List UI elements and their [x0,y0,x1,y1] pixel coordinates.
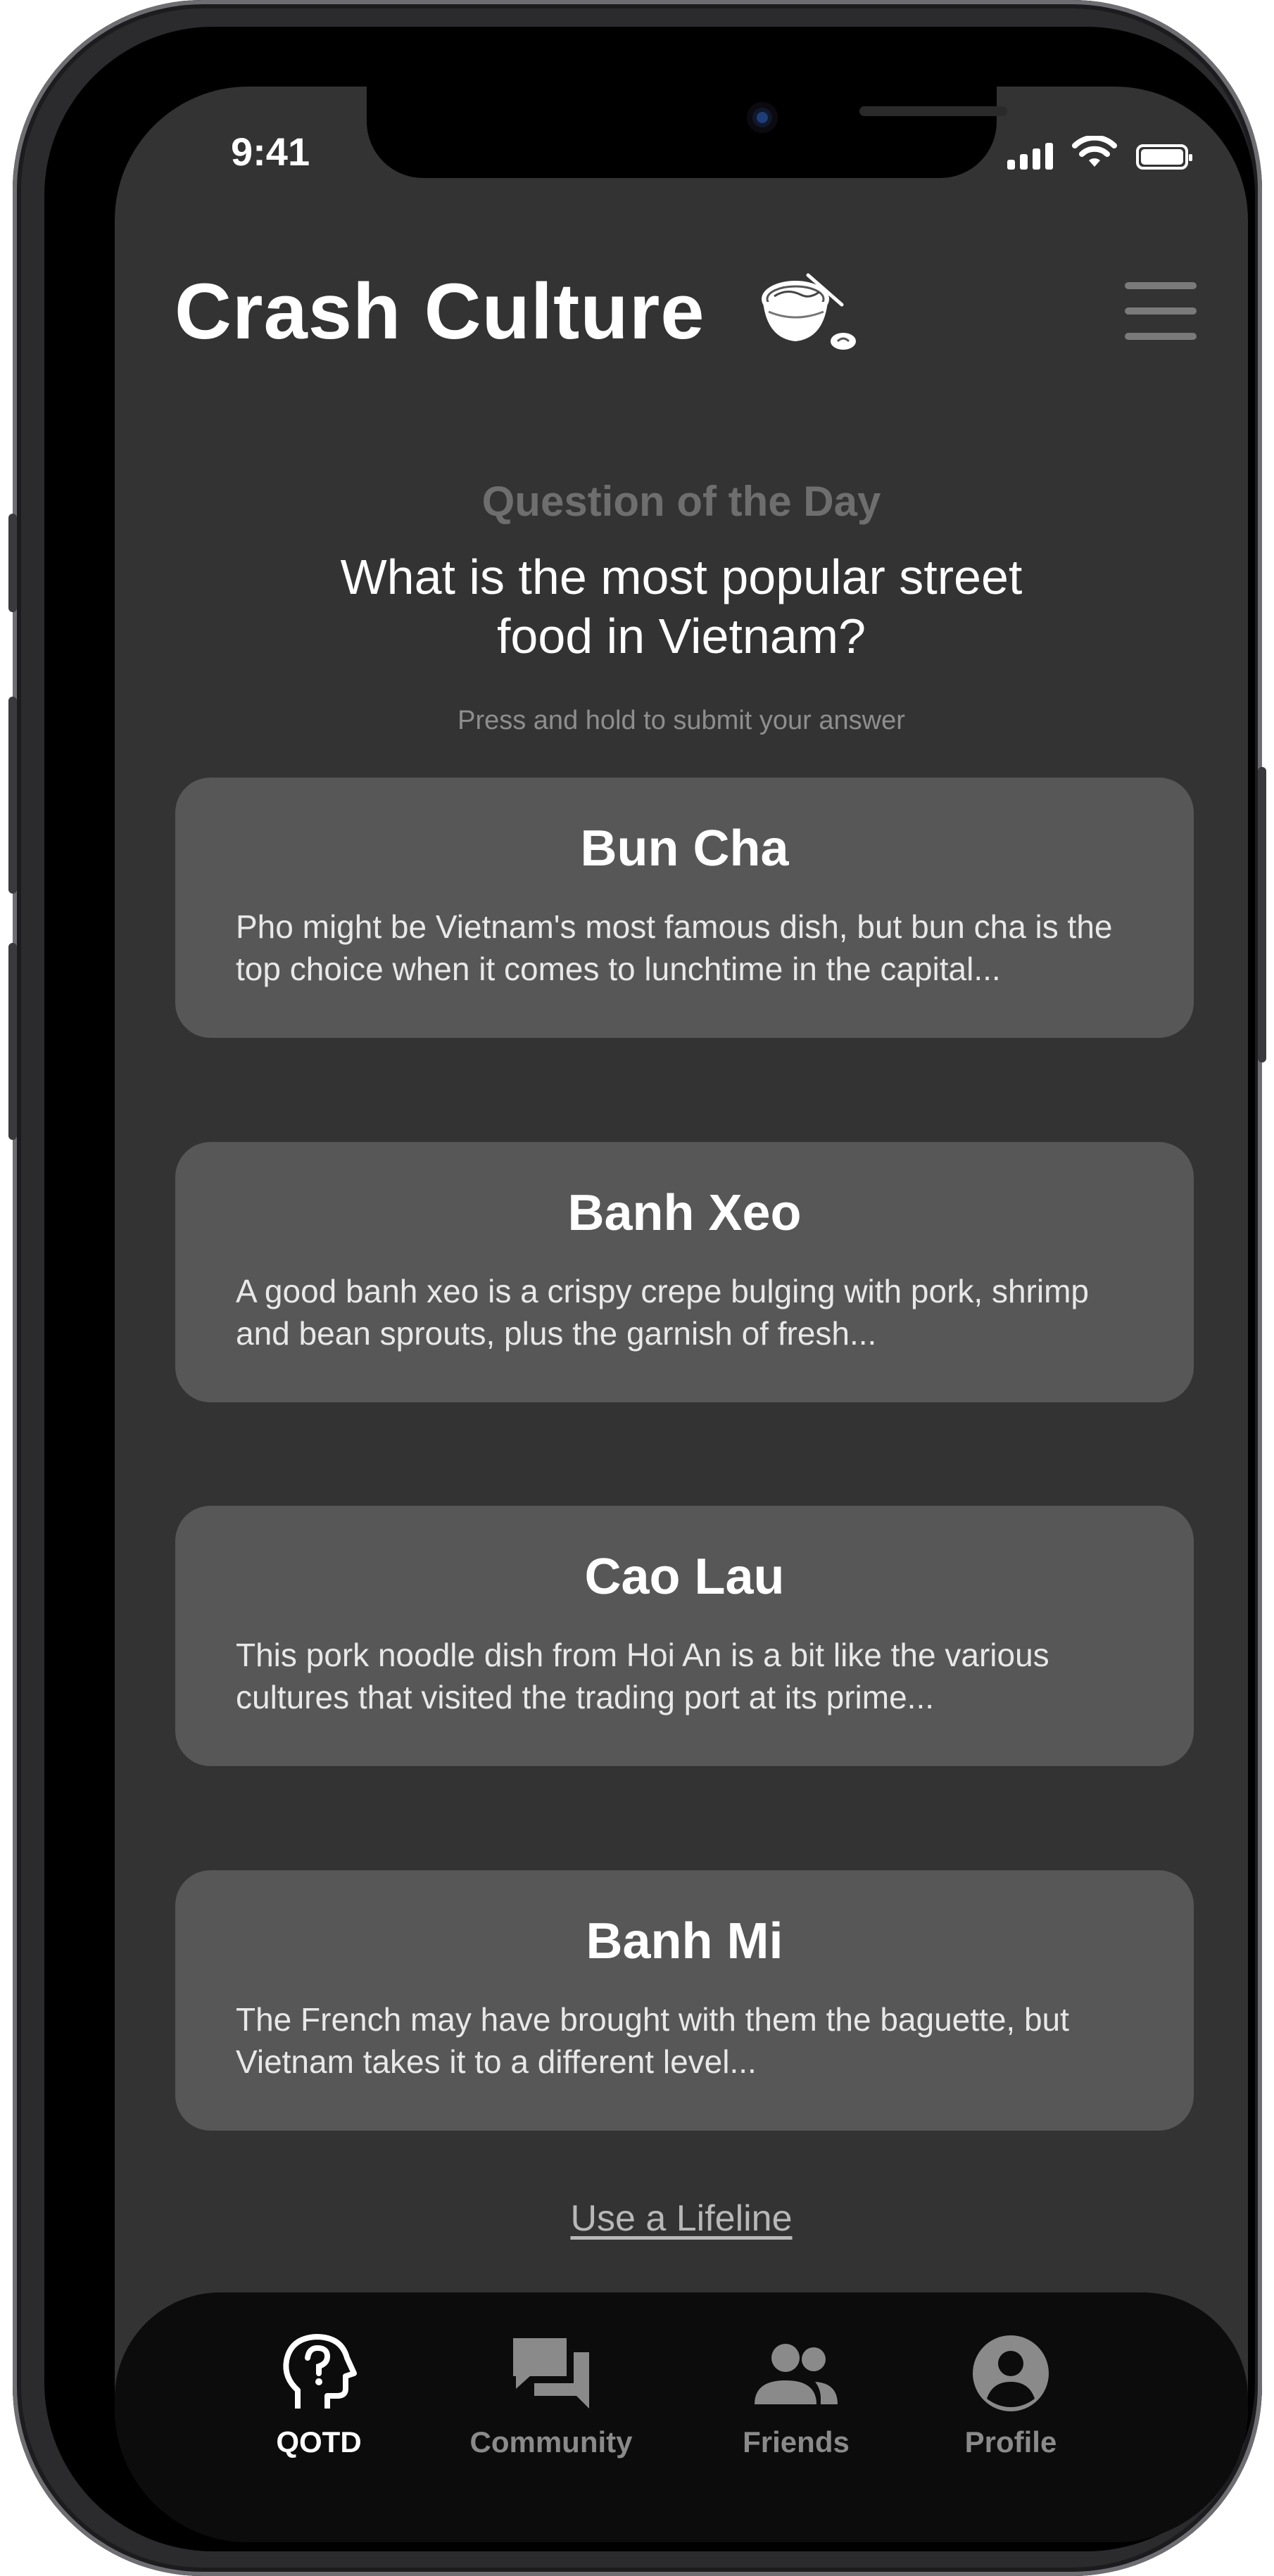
answer-description: The French may have brought with them th… [236,2001,1069,2080]
status-time: 9:41 [231,129,310,174]
answer-card-cao-lau[interactable]: Cao Lau This pork noodle dish from Hoi A… [175,1506,1194,1766]
volume-down-button [8,943,17,1140]
tab-label: Profile [964,2425,1057,2458]
tab-label: Community [469,2425,633,2458]
answer-title: Banh Xeo [567,1185,802,1241]
tab-label: Friends [743,2425,850,2458]
people-icon [755,2344,838,2404]
head-question-icon [283,2334,357,2409]
answer-card-bun-cha[interactable]: Bun Cha Pho might be Vietnam's most famo… [175,778,1194,1038]
question-text: What is the most popular street food in … [340,550,1023,664]
use-lifeline-link[interactable]: Use a Lifeline [115,2197,1248,2240]
profile-icon [973,2335,1049,2411]
answer-card-banh-mi[interactable]: Banh Mi The French may have brought with… [175,1870,1194,2131]
power-button [1258,767,1266,1062]
tab-label: QOTD [276,2425,362,2458]
pho-bowl-icon [762,273,856,350]
submit-hint: Press and hold to submit your answer [458,706,905,735]
app-title: Crash Culture [175,267,705,355]
status-icons [1007,136,1192,170]
tab-community[interactable]: Community [460,2331,643,2459]
answer-title: Banh Mi [586,1913,783,1969]
tab-friends[interactable]: Friends [705,2331,888,2459]
camera-icon [747,102,778,133]
chat-bubbles-icon [513,2338,589,2409]
answer-description: This pork noodle dish from Hoi An is a b… [236,1637,1049,1715]
answer-card-banh-xeo[interactable]: Banh Xeo A good banh xeo is a crispy cre… [175,1142,1194,1402]
bottom-tab-bar: QOTD Community Friends Profile [115,2292,1248,2542]
tab-qotd[interactable]: QOTD [227,2331,410,2459]
answer-description: A good banh xeo is a crispy crepe bulgin… [236,1273,1089,1352]
battery-icon [1136,144,1192,170]
phone-bezel: 9:41 Crash Culture Question of the Day W… [44,27,1255,2551]
answer-title: Cao Lau [584,1549,785,1605]
volume-up-button [8,697,17,894]
tab-profile[interactable]: Profile [919,2331,1102,2459]
cellular-signal-icon [1007,143,1053,170]
speaker-grille [859,106,1007,116]
hamburger-menu-icon[interactable] [1125,282,1197,340]
phone-frame: 9:41 Crash Culture Question of the Day W… [8,0,1266,2576]
qotd-label: Question of the Day [481,478,881,525]
wifi-icon [1072,136,1117,167]
app-screen: 9:41 Crash Culture Question of the Day W… [115,87,1248,2542]
notch [367,87,1007,178]
answer-description: Pho might be Vietnam's most famous dish,… [236,908,1113,987]
mute-switch [8,514,17,612]
answer-title: Bun Cha [580,820,789,877]
